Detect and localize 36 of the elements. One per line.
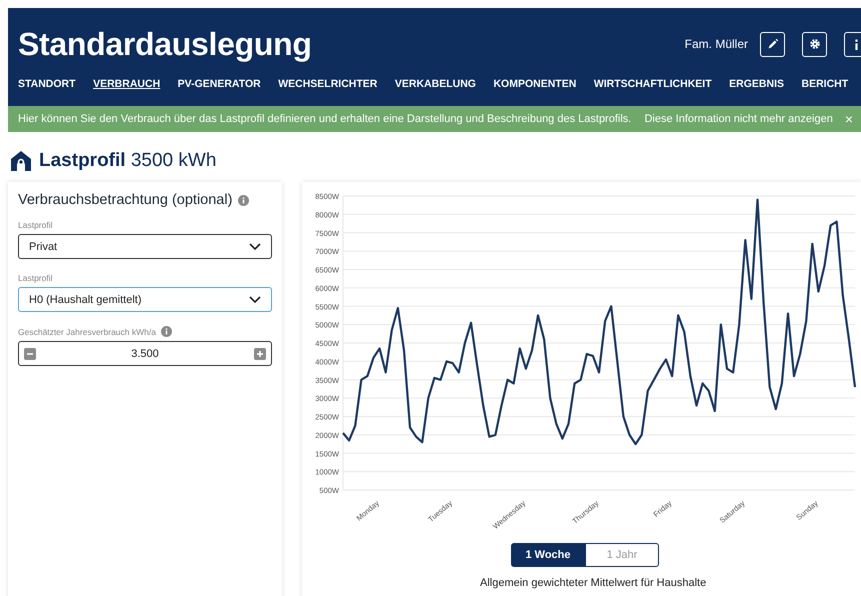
app-title: Standardauslegung [18,26,312,62]
pencil-icon [766,37,780,51]
number-field[interactable]: 3.500 [131,348,159,360]
settings-icon [808,37,822,51]
nav-tab[interactable]: ERGEBNIS [729,78,784,92]
house-icon [10,150,32,172]
info-text: Hier können Sie den Verbrauch über das Lastprofil definieren und erhalten eine Darstellung und Beschreibung des Lastprofils. [18,113,632,125]
minus-icon [27,352,33,354]
dropdown-field[interactable]: H0 (Haushalt gemittelt) [18,287,272,312]
nav-tab[interactable]: WIRTSCHAFTLICHKEIT [594,78,712,92]
settings-button[interactable] [802,32,827,56]
edit-button[interactable] [760,32,785,56]
nav-tab[interactable]: BERICHT [801,78,848,92]
user-name: Fam. Müller [684,37,748,51]
nav-tab[interactable]: STANDORT [18,78,76,92]
period-toggle[interactable]: 1 Woche [511,543,585,567]
nav-tab[interactable]: PV-GENERATOR [178,78,261,92]
plus-icon [257,350,263,356]
chart-caption: Allgemein gewichteter Mittelwert für Haushalte [480,577,708,589]
form-title: Verbrauchsbetrachtung (optional) [18,192,232,208]
field-label: Lastprofil [18,220,52,230]
chevron-down-icon [249,242,261,250]
section-heading: Lastprofil 3500 kWh [39,150,216,172]
minus-button[interactable] [24,348,36,360]
plus-button[interactable] [254,348,266,360]
nav-tab[interactable]: WECHSELRICHTER [278,78,378,92]
dropdown-field[interactable]: Privat [18,234,272,259]
nav-tab[interactable]: KOMPONENTEN [493,78,576,92]
field-label: Lastprofil [18,273,52,283]
chevron-down-icon [249,296,261,304]
info-icon [855,38,858,50]
nav-tab[interactable]: VERKABELUNG [394,78,476,92]
info-icon[interactable] [238,194,250,206]
info-icon[interactable] [160,326,172,337]
nav-tab[interactable]: VERBRAUCH [93,78,160,92]
field-label: Geschätzter Jahresverbrauch kWh/a [18,326,156,336]
